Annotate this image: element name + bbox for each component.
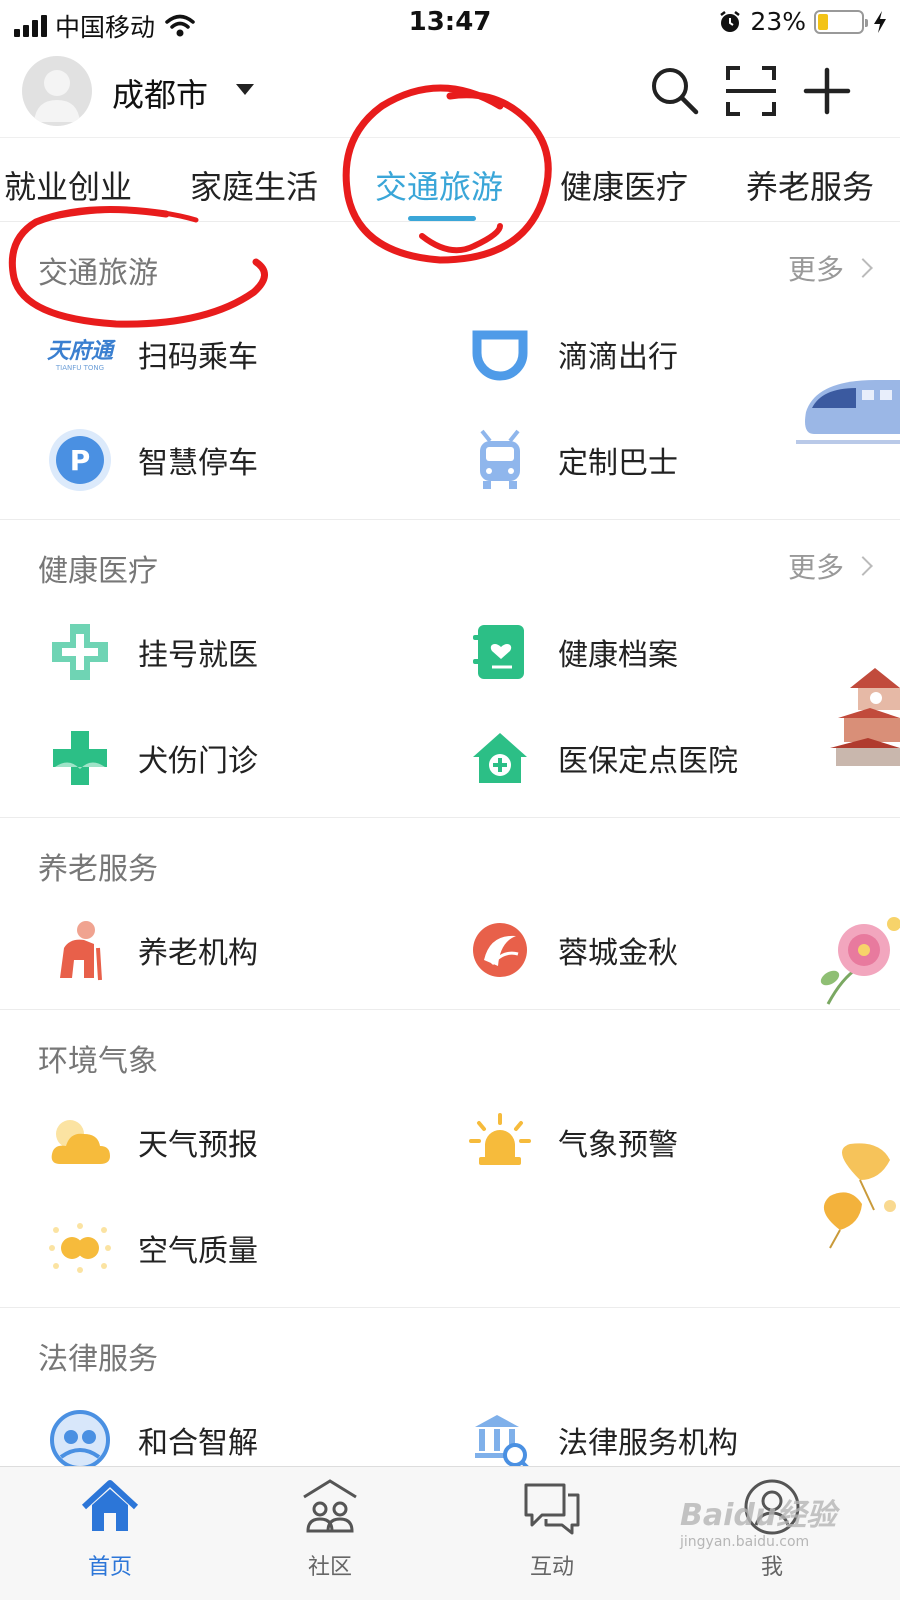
service-smart-parking[interactable]: P 智慧停车 <box>44 424 258 496</box>
baidu-watermark: Baidu经验 jingyan.baidu.com <box>680 1490 900 1550</box>
service-label: 空气质量 <box>138 1234 258 1269</box>
city-selector[interactable]: 成都市 <box>112 70 208 116</box>
nav-label: 我 <box>760 1555 783 1580</box>
service-label: 天气预报 <box>138 1128 258 1163</box>
golden-autumn-icon <box>464 914 536 986</box>
nav-label: 社区 <box>307 1555 352 1580</box>
ginkgo-illustration <box>823 1143 896 1249</box>
section-environment: 环境气象 天气预报 气象预警 空气质量 <box>0 1010 900 1308</box>
service-weather-warning[interactable]: 气象预警 <box>464 1106 678 1178</box>
health-record-icon <box>464 616 536 688</box>
more-link[interactable]: 更多 <box>787 248 873 288</box>
service-label: 挂号就医 <box>138 638 258 673</box>
status-bar: 中国移动 13:47 23% <box>0 0 900 44</box>
air-quality-icon <box>44 1212 116 1284</box>
section-transport: 交通旅游 更多 天府通 TIANFU TONG 扫码乘车 滴滴出行 P 智慧停车 <box>0 222 900 520</box>
service-custom-bus[interactable]: 定制巴士 <box>464 424 678 496</box>
category-tabs: 就业创业 家庭生活 交通旅游 健康医疗 养老服务 <box>0 137 900 222</box>
more-link[interactable]: 更多 <box>787 546 873 586</box>
alarm-icon <box>720 10 741 32</box>
home-icon <box>81 1480 139 1531</box>
tianfutong-logo: 天府通 TIANFU TONG <box>44 318 117 390</box>
battery-percentage: 23% <box>750 7 806 36</box>
scan-icon[interactable] <box>722 62 780 120</box>
service-label: 健康档案 <box>558 638 678 673</box>
svg-text:天府通: 天府通 <box>47 338 117 364</box>
weather-cloud-icon <box>44 1106 116 1178</box>
train-illustration <box>796 380 900 444</box>
service-scan-ride[interactable]: 天府通 TIANFU TONG 扫码乘车 <box>44 318 258 390</box>
avatar[interactable] <box>22 56 92 126</box>
hospital-icon <box>464 722 536 794</box>
more-label: 更多 <box>787 253 844 286</box>
tab-elderly[interactable]: 养老服务 <box>746 162 874 208</box>
service-label: 滴滴出行 <box>558 340 678 375</box>
nav-community[interactable]: 社区 <box>270 1475 390 1581</box>
more-label: 更多 <box>787 551 844 584</box>
service-air-quality[interactable]: 空气质量 <box>44 1212 258 1284</box>
search-icon[interactable] <box>646 62 704 120</box>
clinic-cross-icon <box>44 722 116 794</box>
service-didi[interactable]: 滴滴出行 <box>464 318 678 390</box>
active-tab-indicator <box>408 216 476 221</box>
tab-transport[interactable]: 交通旅游 <box>375 162 503 208</box>
community-icon <box>303 1479 357 1533</box>
tab-employment[interactable]: 就业创业 <box>4 162 132 208</box>
tab-family[interactable]: 家庭生活 <box>190 162 318 208</box>
section-title: 养老服务 <box>38 852 158 887</box>
service-label: 扫码乘车 <box>138 340 258 375</box>
flower-illustration <box>820 917 900 1005</box>
plus-icon[interactable] <box>798 62 856 120</box>
service-registration[interactable]: 挂号就医 <box>44 616 258 688</box>
chat-icon <box>524 1483 580 1535</box>
svg-text:P: P <box>70 444 91 477</box>
section-elderly: 养老服务 养老机构 蓉城金秋 <box>0 818 900 1010</box>
section-title: 环境气象 <box>38 1044 158 1079</box>
section-title: 交通旅游 <box>38 256 158 291</box>
parking-icon: P <box>44 424 116 496</box>
watermark-text: Baidu经验 <box>680 1498 837 1533</box>
section-health: 健康医疗 更多 挂号就医 健康档案 犬伤门诊 医保定点医院 <box>0 520 900 818</box>
charging-icon <box>874 10 886 33</box>
didi-icon <box>464 318 536 390</box>
section-title: 法律服务 <box>38 1342 158 1377</box>
caret-down-icon[interactable] <box>236 84 254 95</box>
chevron-right-icon <box>853 556 873 576</box>
medical-cross-icon <box>44 616 116 688</box>
chevron-right-icon <box>853 258 873 278</box>
svg-text:TIANFU TONG: TIANFU TONG <box>55 364 104 372</box>
service-label: 法律服务机构 <box>558 1426 738 1461</box>
service-golden-autumn[interactable]: 蓉城金秋 <box>464 914 678 986</box>
section-legal: 法律服务 和合智解 法律服务机构 <box>0 1308 900 1478</box>
service-health-record[interactable]: 健康档案 <box>464 616 678 688</box>
service-label: 和合智解 <box>138 1426 258 1461</box>
service-label: 智慧停车 <box>138 446 258 481</box>
warning-light-icon <box>464 1106 536 1178</box>
tab-health[interactable]: 健康医疗 <box>560 162 688 208</box>
section-title: 健康医疗 <box>38 554 158 589</box>
elderly-person-icon <box>44 914 116 986</box>
nav-interaction[interactable]: 互动 <box>492 1475 612 1581</box>
service-insurance-hospital[interactable]: 医保定点医院 <box>464 722 738 794</box>
bus-icon <box>464 424 536 496</box>
nav-home[interactable]: 首页 <box>50 1475 170 1581</box>
watermark-url: jingyan.baidu.com <box>680 1534 810 1550</box>
pagoda-illustration <box>830 668 900 766</box>
service-elderly-institution[interactable]: 养老机构 <box>44 914 258 986</box>
service-label: 定制巴士 <box>558 446 678 481</box>
service-label: 养老机构 <box>138 936 258 971</box>
service-label: 医保定点医院 <box>558 744 738 779</box>
service-label: 蓉城金秋 <box>558 936 678 971</box>
nav-label: 首页 <box>87 1555 132 1580</box>
service-dog-bite-clinic[interactable]: 犬伤门诊 <box>44 722 258 794</box>
service-label: 气象预警 <box>558 1128 678 1163</box>
nav-label: 互动 <box>529 1555 574 1580</box>
battery-icon <box>814 9 868 34</box>
service-weather-forecast[interactable]: 天气预报 <box>44 1106 258 1178</box>
service-label: 犬伤门诊 <box>138 744 258 779</box>
